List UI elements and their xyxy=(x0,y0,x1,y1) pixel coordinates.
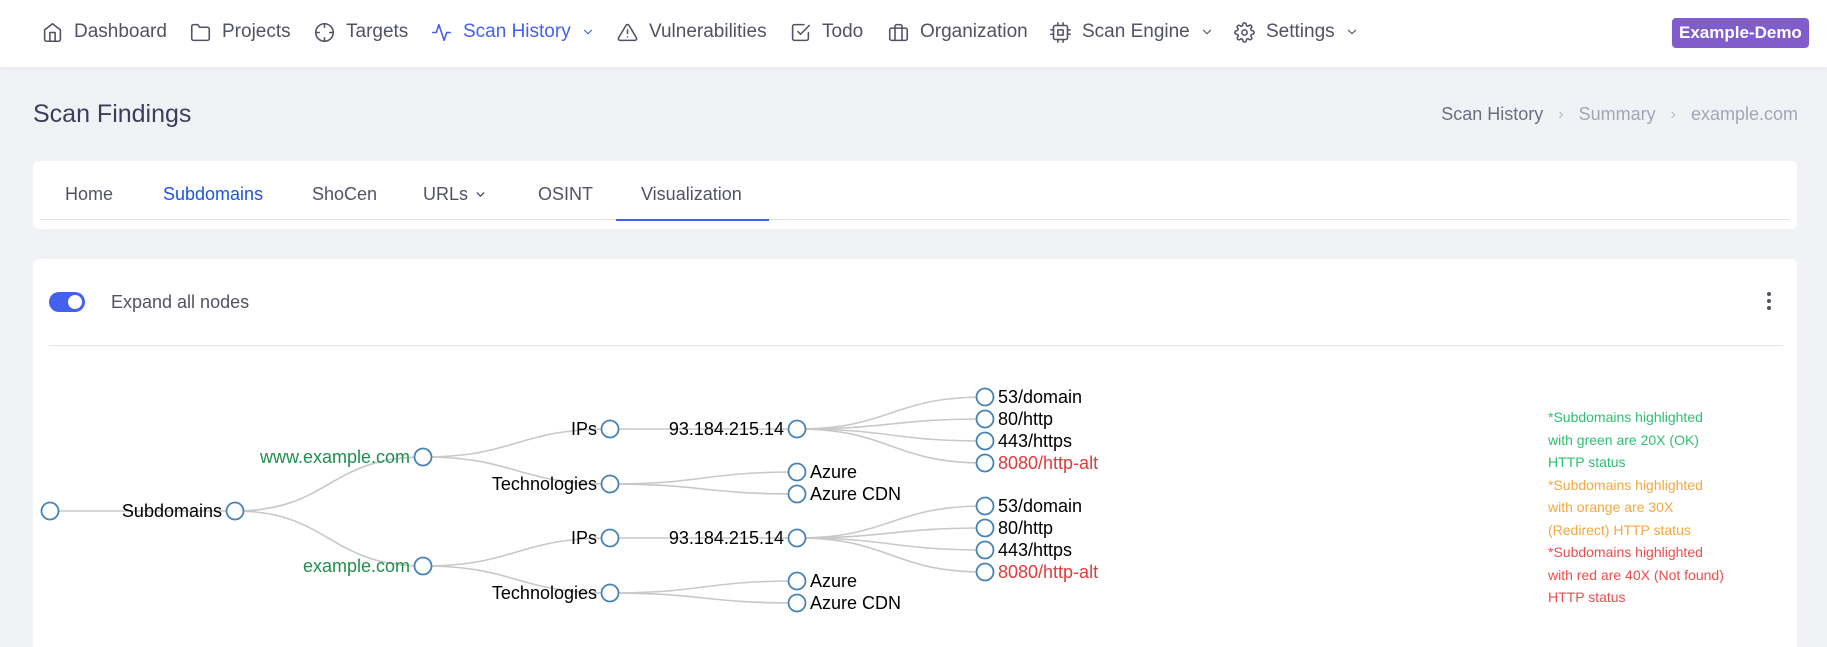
tree-node[interactable] xyxy=(600,528,620,548)
tree-node[interactable] xyxy=(600,583,620,603)
legend-line: (Redirect) HTTP status xyxy=(1548,521,1691,538)
tree-link xyxy=(609,592,798,604)
legend-line: *Subdomains highlighted xyxy=(1548,409,1703,425)
tree-node-label: 93.184.215.14 xyxy=(669,419,784,439)
legend-line: HTTP status xyxy=(1548,589,1626,605)
tree-node[interactable] xyxy=(787,484,807,504)
tree-node-label: 443/https xyxy=(998,431,1072,451)
tree-node-label: IPs xyxy=(571,419,597,439)
tree-node-label: Technologies xyxy=(492,474,597,494)
tree-node-label: 8080/http-alt xyxy=(998,453,1098,473)
tree-node-label: 93.184.215.14 xyxy=(669,528,784,548)
legend-line: with red are 40X (Not found) xyxy=(1548,566,1724,583)
tree-node[interactable] xyxy=(975,540,995,560)
tree-node-label: Subdomains xyxy=(122,501,222,521)
legend-line: *Subdomains highlighted xyxy=(1548,476,1703,493)
tree-node[interactable] xyxy=(40,501,60,521)
tree-node-label: 443/https xyxy=(998,540,1072,560)
tree-link xyxy=(796,428,986,464)
tree-node[interactable] xyxy=(975,496,995,516)
tree-node[interactable] xyxy=(787,593,807,613)
legend-line: HTTP status xyxy=(1548,454,1626,470)
tree-link xyxy=(609,483,798,495)
tree-node[interactable] xyxy=(600,474,620,494)
tree-node[interactable] xyxy=(413,556,433,576)
tree-node[interactable] xyxy=(787,462,807,482)
tree-link xyxy=(796,537,986,573)
tree-link xyxy=(609,580,798,594)
tree-node[interactable] xyxy=(413,447,433,467)
legend-line: with orange are 30X xyxy=(1548,499,1674,515)
tree-node[interactable] xyxy=(975,453,995,473)
legend-line: with green are 20X (OK) xyxy=(1548,431,1699,448)
tree-node-label: www.example.com xyxy=(259,447,410,467)
tree-link xyxy=(609,471,798,485)
legend-green: *Subdomains highlighted with green are 2… xyxy=(1548,406,1758,474)
tree-node-label: Azure xyxy=(810,571,857,591)
tree-node-label: example.com xyxy=(303,556,410,576)
tree-node-label: Azure CDN xyxy=(810,484,901,504)
legend-line: *Subdomains highlighted xyxy=(1548,544,1703,560)
tree-node[interactable] xyxy=(600,419,620,439)
tree-node-label: Azure xyxy=(810,462,857,482)
tree-node[interactable] xyxy=(975,409,995,429)
tree-node[interactable] xyxy=(787,419,807,439)
tree-node[interactable] xyxy=(787,571,807,591)
tree-node[interactable] xyxy=(975,562,995,582)
tree-node[interactable] xyxy=(225,501,245,521)
tree-node-label: 8080/http-alt xyxy=(998,562,1098,582)
tree-node-label: 53/domain xyxy=(998,496,1082,516)
tree-node[interactable] xyxy=(975,431,995,451)
tree-node-label: 53/domain xyxy=(998,387,1082,407)
tree-node[interactable] xyxy=(975,387,995,407)
legend-orange: *Subdomains highlighted with orange are … xyxy=(1548,474,1758,542)
tree-node-label: 80/http xyxy=(998,409,1053,429)
tree-node-label: Technologies xyxy=(492,583,597,603)
tree-node-label: 80/http xyxy=(998,518,1053,538)
legend-red: *Subdomains highlighted with red are 40X… xyxy=(1548,541,1758,609)
tree-node[interactable] xyxy=(787,528,807,548)
tree-node[interactable] xyxy=(975,518,995,538)
tree-node-label: IPs xyxy=(571,528,597,548)
status-legend: *Subdomains highlighted with green are 2… xyxy=(1548,406,1758,609)
tree-node-label: Azure CDN xyxy=(810,593,901,613)
